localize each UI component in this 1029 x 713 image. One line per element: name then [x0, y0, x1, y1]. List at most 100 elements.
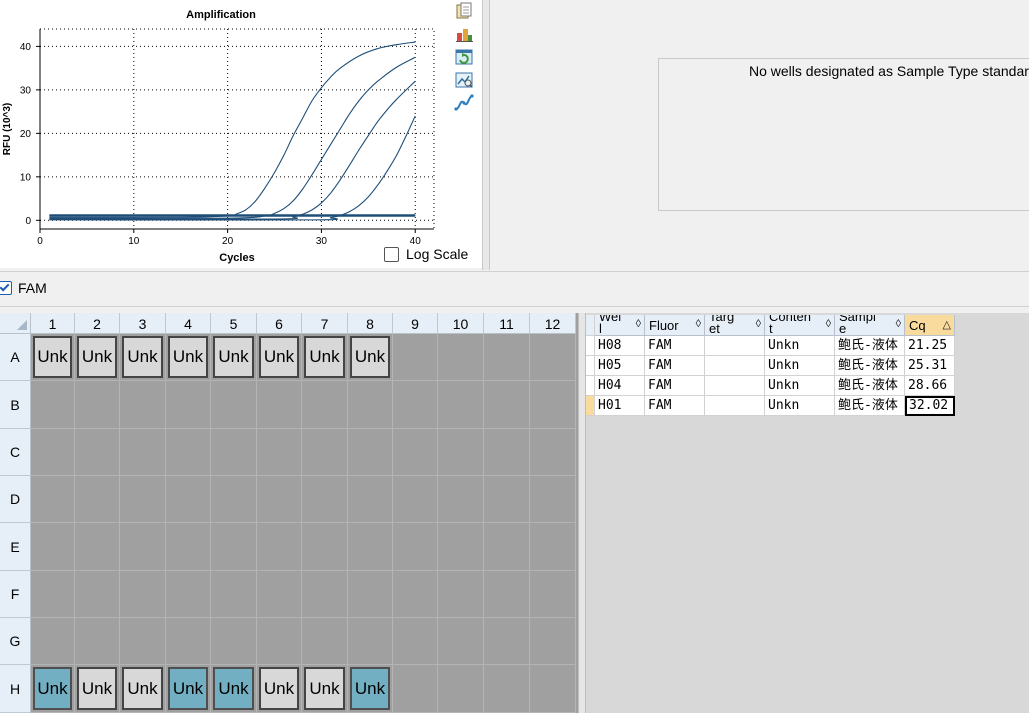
well-G5[interactable] [211, 618, 257, 665]
well-C9[interactable] [393, 429, 438, 476]
table-cell[interactable]: 28.66 [905, 376, 955, 396]
well-H4[interactable]: Unk [166, 665, 211, 713]
copy-icon[interactable] [454, 2, 474, 20]
well-G2[interactable] [75, 618, 120, 665]
log-scale-box[interactable] [384, 246, 399, 262]
well-E3[interactable] [120, 523, 166, 571]
column-header-9[interactable]: 9 [393, 313, 438, 334]
well-B6[interactable] [257, 381, 302, 429]
well-F12[interactable] [530, 571, 576, 618]
well-H5[interactable]: Unk [211, 665, 257, 713]
table-cell[interactable]: FAM [645, 396, 705, 416]
plate-corner[interactable] [0, 313, 31, 334]
well-H8[interactable]: Unk [348, 665, 393, 713]
table-cell[interactable]: H05 [595, 356, 645, 376]
table-cell[interactable]: 鲍氏-液体 [835, 396, 905, 416]
table-cell[interactable]: H04 [595, 376, 645, 396]
table-header-0[interactable]: Wel l ◊ [595, 315, 645, 336]
table-cell[interactable]: FAM [645, 336, 705, 356]
well-A6[interactable]: Unk [257, 334, 302, 381]
well-B1[interactable] [31, 381, 75, 429]
refresh-icon[interactable] [454, 48, 474, 66]
export-icon[interactable] [454, 25, 474, 43]
well-D9[interactable] [393, 476, 438, 523]
well-H1[interactable]: Unk [31, 665, 75, 713]
table-cell[interactable]: 25.31 [905, 356, 955, 376]
well-C7[interactable] [302, 429, 348, 476]
well-D11[interactable] [484, 476, 530, 523]
well-E11[interactable] [484, 523, 530, 571]
well-F3[interactable] [120, 571, 166, 618]
well-D2[interactable] [75, 476, 120, 523]
table-cell[interactable]: Unkn [765, 376, 835, 396]
row-header-G[interactable]: G [0, 618, 31, 665]
sort-icon[interactable]: △ [943, 318, 951, 331]
table-header-5[interactable]: Cq △ [905, 315, 955, 336]
column-header-3[interactable]: 3 [120, 313, 166, 334]
well-C5[interactable] [211, 429, 257, 476]
row-header-C[interactable]: C [0, 429, 31, 476]
amplification-curve-4[interactable] [49, 115, 416, 221]
table-header-2[interactable]: Targ et ◊ [705, 315, 765, 336]
well-D6[interactable] [257, 476, 302, 523]
log-scale-checkbox[interactable]: Log Scale [384, 245, 468, 263]
table-cell[interactable]: 21.25 [905, 336, 955, 356]
column-header-5[interactable]: 5 [211, 313, 257, 334]
column-header-2[interactable]: 2 [75, 313, 120, 334]
row-selector[interactable] [586, 336, 595, 356]
well-F2[interactable] [75, 571, 120, 618]
well-A9[interactable] [393, 334, 438, 381]
well-B8[interactable] [348, 381, 393, 429]
well-F1[interactable] [31, 571, 75, 618]
well-D12[interactable] [530, 476, 576, 523]
well-D1[interactable] [31, 476, 75, 523]
well-B10[interactable] [438, 381, 484, 429]
well-A12[interactable] [530, 334, 576, 381]
amplification-curve-3[interactable] [49, 80, 416, 220]
well-E8[interactable] [348, 523, 393, 571]
well-G11[interactable] [484, 618, 530, 665]
well-G3[interactable] [120, 618, 166, 665]
table-cell[interactable]: Unkn [765, 336, 835, 356]
table-cell[interactable]: Unkn [765, 396, 835, 416]
sort-icon[interactable]: ◊ [636, 318, 641, 330]
row-header-H[interactable]: H [0, 665, 31, 713]
well-D7[interactable] [302, 476, 348, 523]
well-G12[interactable] [530, 618, 576, 665]
well-H10[interactable] [438, 665, 484, 713]
well-B3[interactable] [120, 381, 166, 429]
row-selector[interactable] [586, 396, 595, 416]
vertical-splitter[interactable] [482, 0, 490, 270]
well-E7[interactable] [302, 523, 348, 571]
table-cell[interactable]: 鲍氏-液体 [835, 356, 905, 376]
table-cell[interactable]: 鲍氏-液体 [835, 376, 905, 396]
table-cell[interactable] [705, 396, 765, 416]
table-cell[interactable]: Unkn [765, 356, 835, 376]
table-cell[interactable] [705, 336, 765, 356]
well-C12[interactable] [530, 429, 576, 476]
well-D8[interactable] [348, 476, 393, 523]
well-B12[interactable] [530, 381, 576, 429]
column-header-4[interactable]: 4 [166, 313, 211, 334]
well-G9[interactable] [393, 618, 438, 665]
well-E4[interactable] [166, 523, 211, 571]
well-A8[interactable]: Unk [348, 334, 393, 381]
table-cell[interactable]: 鲍氏-液体 [835, 336, 905, 356]
well-C2[interactable] [75, 429, 120, 476]
well-F10[interactable] [438, 571, 484, 618]
amplification-curve-1[interactable] [49, 41, 416, 218]
sort-icon[interactable]: ◊ [826, 318, 831, 330]
table-cell[interactable]: FAM [645, 356, 705, 376]
well-B7[interactable] [302, 381, 348, 429]
well-B5[interactable] [211, 381, 257, 429]
well-E1[interactable] [31, 523, 75, 571]
fam-checkbox[interactable] [0, 281, 12, 295]
row-selector[interactable] [586, 376, 595, 396]
well-E12[interactable] [530, 523, 576, 571]
row-header-F[interactable]: F [0, 571, 31, 618]
well-E6[interactable] [257, 523, 302, 571]
amplification-curve-2[interactable] [49, 56, 416, 219]
well-A5[interactable]: Unk [211, 334, 257, 381]
sort-icon[interactable]: ◊ [696, 318, 701, 330]
row-header-D[interactable]: D [0, 476, 31, 523]
